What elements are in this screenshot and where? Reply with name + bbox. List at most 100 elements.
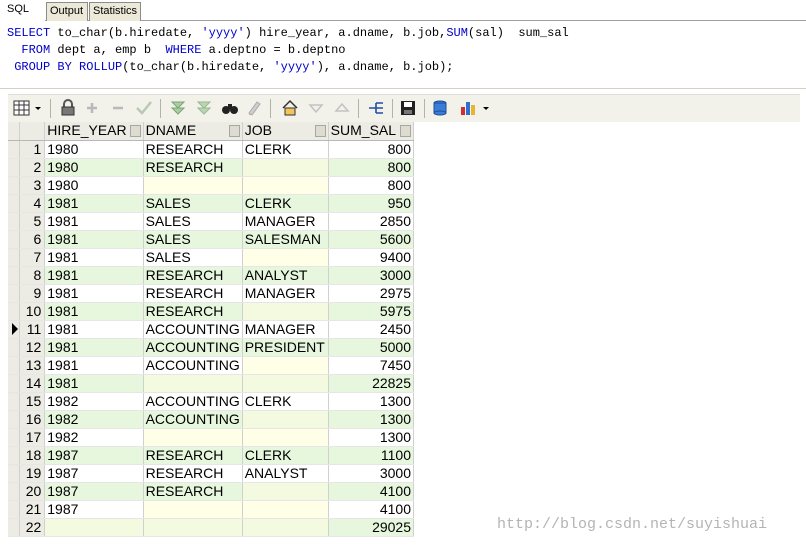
row-indicator[interactable] bbox=[8, 464, 21, 483]
cell-hire-year[interactable] bbox=[44, 518, 144, 537]
cell-hire-year[interactable]: 1981 bbox=[44, 356, 144, 375]
cell-dname[interactable]: RESEARCH bbox=[143, 158, 243, 177]
row-indicator[interactable] bbox=[8, 482, 21, 501]
cell-job[interactable]: CLERK bbox=[242, 446, 329, 465]
cell-dname[interactable]: ACCOUNTING bbox=[143, 392, 243, 411]
cell-sum-sal[interactable]: 29025 bbox=[328, 518, 415, 537]
row-indicator[interactable] bbox=[8, 194, 21, 213]
table-row[interactable]: 17 1982 1300 bbox=[8, 428, 415, 447]
cell-hire-year[interactable]: 1981 bbox=[44, 194, 144, 213]
table-row[interactable]: 2 1980 RESEARCH 800 bbox=[8, 158, 415, 177]
cell-job[interactable]: CLERK bbox=[242, 140, 329, 159]
cell-sum-sal[interactable]: 1100 bbox=[328, 446, 415, 465]
cell-dname[interactable]: RESEARCH bbox=[143, 464, 243, 483]
cell-hire-year[interactable]: 1987 bbox=[44, 446, 144, 465]
row-indicator[interactable] bbox=[8, 320, 21, 339]
cell-job[interactable] bbox=[242, 500, 329, 519]
cell-job[interactable] bbox=[242, 518, 329, 537]
table-row[interactable]: 15 1982 ACCOUNTING CLERK 1300 bbox=[8, 392, 415, 411]
table-row[interactable]: 16 1982 ACCOUNTING 1300 bbox=[8, 410, 415, 429]
cell-dname[interactable] bbox=[143, 176, 243, 195]
cell-hire-year[interactable]: 1981 bbox=[44, 212, 144, 231]
cell-job[interactable] bbox=[242, 176, 329, 195]
cell-hire-year[interactable]: 1981 bbox=[44, 230, 144, 249]
row-indicator[interactable] bbox=[8, 284, 21, 303]
row-indicator[interactable] bbox=[8, 428, 21, 447]
grid-layout-icon[interactable] bbox=[12, 98, 32, 118]
table-row[interactable]: 8 1981 RESEARCH ANALYST 3000 bbox=[8, 266, 415, 285]
cell-job[interactable] bbox=[242, 158, 329, 177]
cell-sum-sal[interactable]: 950 bbox=[328, 194, 415, 213]
cell-job[interactable]: ANALYST bbox=[242, 464, 329, 483]
cell-sum-sal[interactable]: 4100 bbox=[328, 482, 415, 501]
query-by-example-icon[interactable] bbox=[168, 98, 188, 118]
cell-sum-sal[interactable]: 800 bbox=[328, 158, 415, 177]
cell-sum-sal[interactable]: 5975 bbox=[328, 302, 415, 321]
row-indicator[interactable] bbox=[8, 248, 21, 267]
cell-dname[interactable] bbox=[143, 428, 243, 447]
row-indicator[interactable] bbox=[8, 176, 21, 195]
tab-output[interactable]: Output bbox=[46, 2, 88, 21]
row-indicator[interactable] bbox=[8, 500, 21, 519]
row-indicator[interactable] bbox=[8, 302, 21, 321]
cell-sum-sal[interactable]: 2975 bbox=[328, 284, 415, 303]
row-indicator[interactable] bbox=[8, 158, 21, 177]
cell-sum-sal[interactable]: 22825 bbox=[328, 374, 415, 393]
cell-sum-sal[interactable]: 3000 bbox=[328, 266, 415, 285]
cell-sum-sal[interactable]: 1300 bbox=[328, 428, 415, 447]
cell-sum-sal[interactable]: 7450 bbox=[328, 356, 415, 375]
cell-sum-sal[interactable]: 2850 bbox=[328, 212, 415, 231]
column-header-hire-year[interactable]: HIRE_YEAR bbox=[44, 122, 144, 141]
table-row[interactable]: 1 1980 RESEARCH CLERK 800 bbox=[8, 140, 415, 159]
results-grid[interactable]: HIRE_YEAR DNAME JOB SUM_SAL 1 1980 RESEARC… bbox=[8, 122, 415, 541]
table-row[interactable]: 6 1981 SALES SALESMAN 5600 bbox=[8, 230, 415, 249]
cell-job[interactable] bbox=[242, 482, 329, 501]
cell-hire-year[interactable]: 1981 bbox=[44, 302, 144, 321]
cell-dname[interactable]: SALES bbox=[143, 194, 243, 213]
cell-job[interactable]: CLERK bbox=[242, 392, 329, 411]
cell-dname[interactable]: RESEARCH bbox=[143, 446, 243, 465]
column-sort-button[interactable] bbox=[314, 125, 326, 137]
cell-hire-year[interactable]: 1981 bbox=[44, 338, 144, 357]
column-header-sum-sal[interactable]: SUM_SAL bbox=[328, 122, 415, 141]
chart-dropdown-icon[interactable] bbox=[480, 98, 492, 118]
cell-sum-sal[interactable]: 1300 bbox=[328, 392, 415, 411]
cell-hire-year[interactable]: 1981 bbox=[44, 248, 144, 267]
row-indicator[interactable] bbox=[8, 266, 21, 285]
record-navigation-icon[interactable] bbox=[366, 98, 386, 118]
cell-dname[interactable]: ACCOUNTING bbox=[143, 338, 243, 357]
find-icon[interactable] bbox=[220, 98, 240, 118]
table-row[interactable]: 14 1981 22825 bbox=[8, 374, 415, 393]
table-row[interactable]: 10 1981 RESEARCH 5975 bbox=[8, 302, 415, 321]
cell-sum-sal[interactable]: 4100 bbox=[328, 500, 415, 519]
cell-sum-sal[interactable]: 800 bbox=[328, 140, 415, 159]
column-header-job[interactable]: JOB bbox=[242, 122, 329, 141]
cell-sum-sal[interactable]: 9400 bbox=[328, 248, 415, 267]
cell-hire-year[interactable]: 1982 bbox=[44, 392, 144, 411]
cell-job[interactable] bbox=[242, 428, 329, 447]
cell-hire-year[interactable]: 1980 bbox=[44, 158, 144, 177]
cell-job[interactable] bbox=[242, 374, 329, 393]
cell-hire-year[interactable]: 1981 bbox=[44, 374, 144, 393]
cell-job[interactable] bbox=[242, 356, 329, 375]
column-header-dname[interactable]: DNAME bbox=[143, 122, 243, 141]
cell-dname[interactable]: RESEARCH bbox=[143, 266, 243, 285]
cell-dname[interactable]: RESEARCH bbox=[143, 284, 243, 303]
column-sort-button[interactable] bbox=[400, 125, 411, 137]
table-row[interactable]: 7 1981 SALES 9400 bbox=[8, 248, 415, 267]
row-indicator[interactable] bbox=[8, 338, 21, 357]
table-row[interactable]: 21 1987 4100 bbox=[8, 500, 415, 519]
row-indicator[interactable] bbox=[8, 140, 21, 159]
cell-dname[interactable]: ACCOUNTING bbox=[143, 356, 243, 375]
cell-job[interactable]: MANAGER bbox=[242, 320, 329, 339]
cell-dname[interactable] bbox=[143, 518, 243, 537]
table-row[interactable]: 13 1981 ACCOUNTING 7450 bbox=[8, 356, 415, 375]
cell-dname[interactable]: RESEARCH bbox=[143, 140, 243, 159]
cell-job[interactable]: MANAGER bbox=[242, 212, 329, 231]
cell-hire-year[interactable]: 1980 bbox=[44, 176, 144, 195]
table-row[interactable]: 3 1980 800 bbox=[8, 176, 415, 195]
cell-hire-year[interactable]: 1980 bbox=[44, 140, 144, 159]
cell-hire-year[interactable]: 1987 bbox=[44, 482, 144, 501]
cell-job[interactable]: CLERK bbox=[242, 194, 329, 213]
column-sort-button[interactable] bbox=[228, 125, 240, 137]
